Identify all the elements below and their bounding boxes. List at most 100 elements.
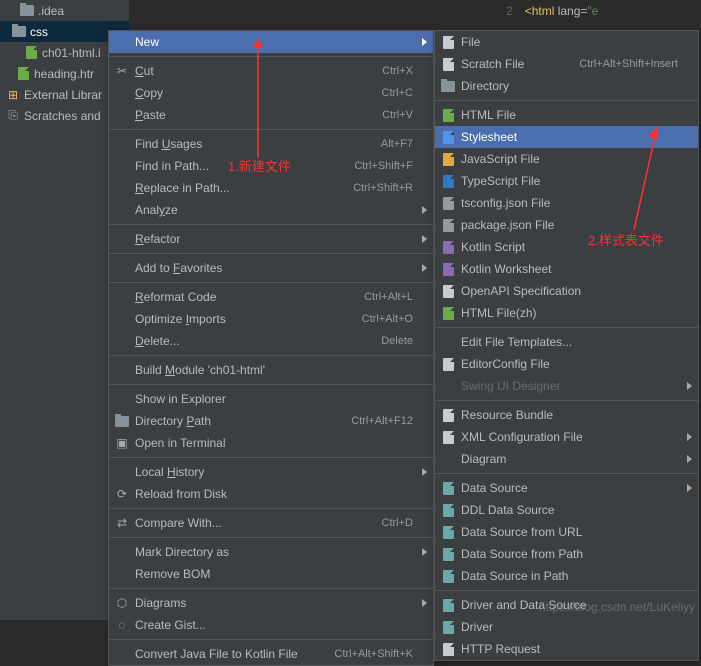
file-icon [440, 34, 456, 50]
ctx-item-28[interactable]: ⇄Compare With...Ctrl+D [109, 512, 433, 534]
watermark: https://blog.csdn.net/LuKeliyy [539, 600, 695, 614]
ctx-item-7[interactable]: Find in Path... Ctrl+Shift+F [109, 155, 433, 177]
new-item-2[interactable]: Directory [435, 75, 698, 97]
json-icon [440, 195, 456, 211]
menu-item-label: Show in Explorer [135, 392, 226, 406]
submenu-arrow-icon [687, 433, 692, 441]
shortcut: Delete [381, 335, 413, 347]
new-item-21[interactable]: Diagram [435, 448, 698, 470]
ctx-item-25[interactable]: Local History [109, 461, 433, 483]
ctx-item-26[interactable]: ⟳Reload from Disk [109, 483, 433, 505]
new-item-7[interactable]: TypeScript File [435, 170, 698, 192]
menu-separator [109, 355, 433, 356]
tree-item-label: External Librar [24, 88, 102, 102]
db-icon [440, 480, 456, 496]
new-item-15[interactable]: Edit File Templates... [435, 331, 698, 353]
shortcut: Ctrl+Alt+O [362, 313, 413, 325]
html-icon [440, 107, 456, 123]
menu-item-label: Data Source in Path [461, 569, 568, 583]
menu-item-label: Find Usages [135, 137, 202, 151]
ctx-item-6[interactable]: Find Usages Alt+F7 [109, 133, 433, 155]
tree-item-0[interactable]: .idea [0, 0, 129, 21]
ctx-item-21[interactable]: Show in Explorer [109, 388, 433, 410]
new-item-19[interactable]: Resource Bundle [435, 404, 698, 426]
new-item-4[interactable]: HTML File [435, 104, 698, 126]
new-item-1[interactable]: Scratch FileCtrl+Alt+Shift+Insert [435, 53, 698, 75]
tree-item-label: heading.htr [34, 67, 94, 81]
new-item-24[interactable]: DDL Data Source [435, 499, 698, 521]
new-item-13[interactable]: HTML File(zh) [435, 302, 698, 324]
new-item-30[interactable]: Driver [435, 616, 698, 638]
ctx-item-34[interactable]: ◌Create Gist... [109, 614, 433, 636]
ctx-item-30[interactable]: Mark Directory as [109, 541, 433, 563]
db-icon [440, 568, 456, 584]
code-tag: html [532, 4, 555, 18]
db-icon [440, 524, 456, 540]
menu-item-label: Directory [461, 79, 509, 93]
ctx-item-3[interactable]: CopyCtrl+C [109, 82, 433, 104]
ctx-item-17[interactable]: Delete...Delete [109, 330, 433, 352]
menu-item-label: Reload from Disk [135, 487, 227, 501]
new-item-25[interactable]: Data Source from URL [435, 521, 698, 543]
folder-icon [114, 413, 130, 429]
new-item-27[interactable]: Data Source in Path [435, 565, 698, 587]
folder-icon [440, 78, 456, 94]
new-item-8[interactable]: tsconfig.json File [435, 192, 698, 214]
menu-separator [109, 56, 433, 57]
ctx-item-19[interactable]: Build Module 'ch01-html' [109, 359, 433, 381]
menu-separator [109, 282, 433, 283]
ctx-item-0[interactable]: New [109, 31, 433, 53]
new-item-0[interactable]: File [435, 31, 698, 53]
new-item-31[interactable]: HTTP Request [435, 638, 698, 660]
ctx-item-16[interactable]: Optimize Imports Ctrl+Alt+O [109, 308, 433, 330]
ctx-item-23[interactable]: ▣Open in Terminal [109, 432, 433, 454]
menu-item-label: Build Module 'ch01-html' [135, 363, 265, 377]
menu-item-label: Kotlin Script [461, 240, 525, 254]
menu-item-label: HTML File [461, 108, 516, 122]
new-item-11[interactable]: Kotlin Worksheet [435, 258, 698, 280]
shortcut: Ctrl+V [382, 109, 413, 121]
new-item-20[interactable]: XML Configuration File [435, 426, 698, 448]
new-item-10[interactable]: Kotlin Script [435, 236, 698, 258]
menu-item-label: Stylesheet [461, 130, 517, 144]
new-item-26[interactable]: Data Source from Path [435, 543, 698, 565]
ctx-item-36[interactable]: Convert Java File to Kotlin FileCtrl+Alt… [109, 643, 433, 665]
menu-separator [109, 588, 433, 589]
db-icon [440, 502, 456, 518]
ctx-item-15[interactable]: Reformat CodeCtrl+Alt+L [109, 286, 433, 308]
submenu-arrow-icon [422, 468, 427, 476]
menu-item-label: Create Gist... [135, 618, 206, 632]
line-number: 2 [506, 4, 513, 18]
shortcut: Ctrl+Shift+R [353, 182, 413, 194]
menu-item-label: XML Configuration File [461, 430, 583, 444]
menu-separator [109, 224, 433, 225]
shortcut: Ctrl+Shift+F [354, 160, 413, 172]
new-item-23[interactable]: Data Source [435, 477, 698, 499]
new-item-9[interactable]: package.json File [435, 214, 698, 236]
shortcut: Alt+F7 [381, 138, 413, 150]
ctx-item-2[interactable]: ✂CutCtrl+X [109, 60, 433, 82]
new-item-17: Swing UI Designer [435, 375, 698, 397]
menu-item-label: HTML File(zh) [461, 306, 537, 320]
ctx-item-4[interactable]: PasteCtrl+V [109, 104, 433, 126]
ctx-item-11[interactable]: Refactor [109, 228, 433, 250]
menu-item-label: Find in Path... [135, 159, 209, 173]
menu-item-label: Optimize Imports [135, 312, 226, 326]
ctx-item-13[interactable]: Add to Favorites [109, 257, 433, 279]
ctx-item-22[interactable]: Directory PathCtrl+Alt+F12 [109, 410, 433, 432]
shortcut: Ctrl+Alt+L [364, 291, 413, 303]
submenu-arrow-icon [687, 382, 692, 390]
submenu-arrow-icon [422, 235, 427, 243]
ctx-item-31[interactable]: Remove BOM [109, 563, 433, 585]
ctx-item-33[interactable]: ⬡Diagrams [109, 592, 433, 614]
submenu-arrow-icon [687, 484, 692, 492]
ctx-item-9[interactable]: Analyze [109, 199, 433, 221]
tree-item-label: Scratches and [24, 109, 101, 123]
new-item-16[interactable]: EditorConfig File [435, 353, 698, 375]
new-item-12[interactable]: OpenAPI Specification [435, 280, 698, 302]
menu-item-label: OpenAPI Specification [461, 284, 581, 298]
ctx-item-8[interactable]: Replace in Path...Ctrl+Shift+R [109, 177, 433, 199]
new-item-5[interactable]: Stylesheet [435, 126, 698, 148]
library-icon: ⊞ [6, 88, 20, 102]
new-item-6[interactable]: JavaScript File [435, 148, 698, 170]
